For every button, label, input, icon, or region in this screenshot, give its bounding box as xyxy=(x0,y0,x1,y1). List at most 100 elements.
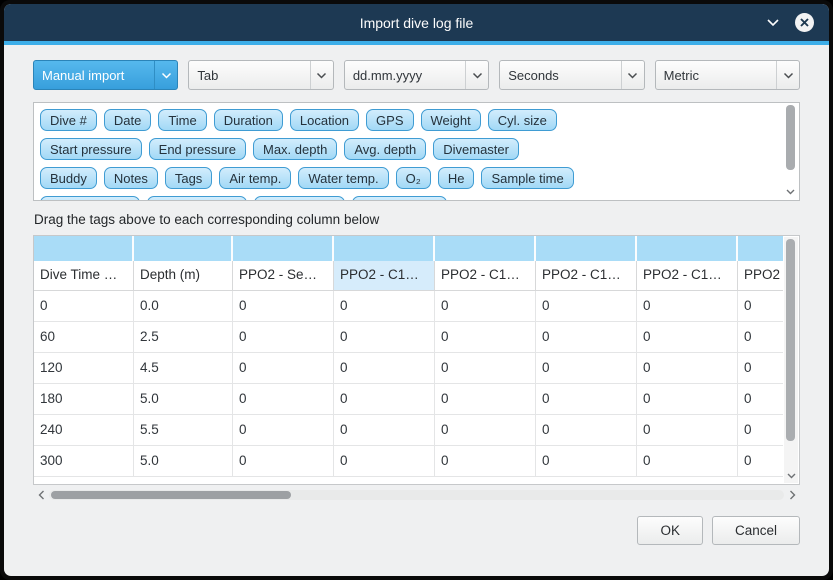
column-drop-target[interactable] xyxy=(435,236,536,261)
table-cell: 0 xyxy=(233,291,334,321)
tag-chip[interactable]: Sample depth xyxy=(40,196,140,201)
tag-chip[interactable]: Notes xyxy=(104,167,158,189)
table-cell: 0 xyxy=(637,353,738,383)
table-cell: 180 xyxy=(34,384,134,414)
tag-row: Buddy Notes Tags Air temp. Water temp. O… xyxy=(40,167,779,189)
column-header[interactable]: Dive Time … xyxy=(34,261,134,290)
tag-chip[interactable]: Buddy xyxy=(40,167,97,189)
date-format-select[interactable]: dd.mm.yyyy xyxy=(344,60,489,90)
scrollbar-handle[interactable] xyxy=(51,491,291,499)
shade-button[interactable] xyxy=(766,18,780,27)
table-row: 300 5.0 0 0 0 0 0 0 xyxy=(34,446,783,477)
tag-chip[interactable]: Cyl. size xyxy=(488,109,557,131)
scrollbar-handle[interactable] xyxy=(786,105,795,170)
import-dive-log-dialog: Import dive log file Manual import xyxy=(4,4,829,576)
table-cell: 2.5 xyxy=(134,322,233,352)
tag-chip[interactable]: Max. depth xyxy=(253,138,337,160)
tag-row: Start pressure End pressure Max. depth A… xyxy=(40,138,779,160)
table-cell: 60 xyxy=(34,322,134,352)
table-cell: 0 xyxy=(738,353,783,383)
tag-chip[interactable]: Time xyxy=(158,109,206,131)
table-cell: 0 xyxy=(334,322,435,352)
close-button[interactable] xyxy=(794,12,815,33)
tag-chip[interactable]: O₂ xyxy=(396,167,431,189)
time-format-select[interactable]: Seconds xyxy=(499,60,644,90)
titlebar-buttons xyxy=(766,12,829,33)
scroll-left-arrow-icon[interactable] xyxy=(33,487,49,503)
column-drop-target[interactable] xyxy=(738,236,783,261)
column-header[interactable]: PPO2 - C1… xyxy=(334,261,435,290)
table-cell: 0 xyxy=(334,415,435,445)
import-mode-select[interactable]: Manual import xyxy=(33,60,178,90)
table-cell: 0 xyxy=(334,291,435,321)
tag-chip[interactable]: Tags xyxy=(165,167,212,189)
chevron-down-icon xyxy=(621,61,644,89)
table-horizontal-scrollbar[interactable] xyxy=(33,487,800,503)
scroll-down-arrow-icon[interactable] xyxy=(784,186,797,198)
cancel-button[interactable]: Cancel xyxy=(712,516,800,545)
tag-chip[interactable]: Divemaster xyxy=(433,138,519,160)
tag-chip[interactable]: Avg. depth xyxy=(344,138,426,160)
table-cell: 0 xyxy=(536,322,637,352)
close-icon xyxy=(794,12,815,33)
tag-chip[interactable]: GPS xyxy=(366,109,413,131)
chevron-down-icon xyxy=(776,61,799,89)
tag-chip[interactable]: Water temp. xyxy=(298,167,388,189)
tag-chip[interactable]: He xyxy=(438,167,475,189)
dialog-content: Manual import Tab dd.mm.yyyy Seconds Met… xyxy=(4,45,829,576)
units-select[interactable]: Metric xyxy=(655,60,800,90)
tag-chip[interactable]: Weight xyxy=(421,109,481,131)
column-header[interactable]: PPO2 - C1… xyxy=(637,261,738,290)
tag-chip[interactable]: End pressure xyxy=(149,138,246,160)
table-cell: 0 xyxy=(637,384,738,414)
column-header[interactable]: Depth (m) xyxy=(134,261,233,290)
table-cell: 5.0 xyxy=(134,446,233,476)
titlebar[interactable]: Import dive log file xyxy=(4,4,829,41)
column-header[interactable]: PPO2 - C1… xyxy=(435,261,536,290)
table-cell: 0 xyxy=(435,384,536,414)
scroll-right-arrow-icon[interactable] xyxy=(784,487,800,503)
column-header[interactable]: PPO2 - Se… xyxy=(233,261,334,290)
table-row: 240 5.5 0 0 0 0 0 0 xyxy=(34,415,783,446)
column-drop-target[interactable] xyxy=(134,236,233,261)
column-drop-target[interactable] xyxy=(536,236,637,261)
tag-chip[interactable]: Sample temp. xyxy=(147,196,247,201)
scroll-down-arrow-icon[interactable] xyxy=(784,469,798,482)
table-cell: 0 xyxy=(334,353,435,383)
field-separator-select[interactable]: Tab xyxy=(188,60,333,90)
table-cell: 0 xyxy=(738,384,783,414)
column-drop-target[interactable] xyxy=(637,236,738,261)
tag-chip[interactable]: Start pressure xyxy=(40,138,142,160)
chevron-down-icon xyxy=(465,61,488,89)
column-drop-target[interactable] xyxy=(334,236,435,261)
tag-chip[interactable]: Sample time xyxy=(481,167,573,189)
tag-panel: Dive # Date Time Duration Location GPS W… xyxy=(33,102,800,201)
column-header[interactable]: PPO2 - C1… xyxy=(536,261,637,290)
table-cell: 0 xyxy=(738,415,783,445)
scrollbar-track[interactable] xyxy=(49,490,784,500)
table-cell: 300 xyxy=(34,446,134,476)
table-cell: 0 xyxy=(233,446,334,476)
column-drop-target[interactable] xyxy=(233,236,334,261)
date-format-value: dd.mm.yyyy xyxy=(345,68,465,83)
tag-chip[interactable]: Air temp. xyxy=(219,167,291,189)
tag-chip[interactable]: Dive # xyxy=(40,109,97,131)
dialog-footer: OK Cancel xyxy=(33,516,800,545)
table-vertical-scrollbar[interactable] xyxy=(784,237,798,483)
tag-chip[interactable]: Location xyxy=(290,109,359,131)
column-header[interactable]: PPO2 xyxy=(738,261,783,290)
table-cell: 0 xyxy=(435,415,536,445)
table-cell: 0 xyxy=(738,322,783,352)
table-row: 0 0.0 0 0 0 0 0 0 xyxy=(34,291,783,322)
tag-chip[interactable]: Sample CNS xyxy=(352,196,447,201)
tag-chip[interactable]: Sample pO₂ xyxy=(254,196,344,201)
table-cell: 0 xyxy=(233,322,334,352)
scrollbar-handle[interactable] xyxy=(786,239,795,441)
tag-chip[interactable]: Date xyxy=(104,109,151,131)
tag-panel-scrollbar[interactable] xyxy=(784,105,797,198)
field-separator-value: Tab xyxy=(189,68,309,83)
tag-chip[interactable]: Duration xyxy=(214,109,283,131)
ok-button[interactable]: OK xyxy=(637,516,703,545)
column-drop-target[interactable] xyxy=(34,236,134,261)
table-cell: 0.0 xyxy=(134,291,233,321)
